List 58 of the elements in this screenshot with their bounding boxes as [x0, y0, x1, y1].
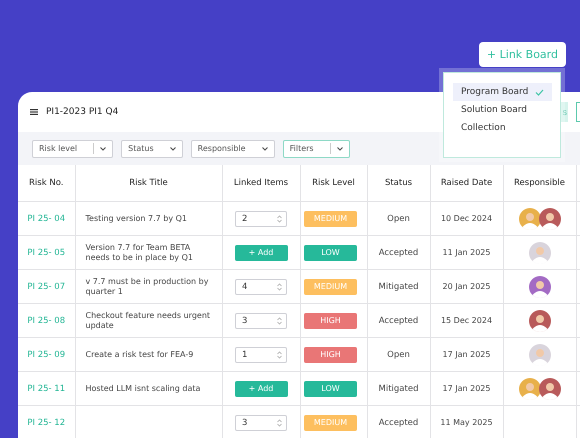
menu-item[interactable]: Solution Board	[453, 101, 552, 119]
number-input[interactable]: 3	[235, 414, 287, 430]
risk-level-tag: MEDIUM	[304, 414, 357, 430]
spinner-icon	[277, 214, 282, 222]
status-text: Accepted	[378, 316, 418, 326]
risk-level-tag: HIGH	[304, 312, 357, 328]
column-header: Risk Title	[129, 178, 168, 188]
date-text: 20 Jan 2025	[442, 282, 490, 290]
risk-level-tag: LOW	[304, 380, 357, 396]
date-text: 11 Jan 2025	[442, 248, 490, 256]
risk-level-tag: MEDIUM	[304, 210, 357, 226]
date-text: 17 Jan 2025	[442, 384, 490, 392]
chevron-icon	[170, 146, 176, 150]
number-input[interactable]: 2	[235, 210, 287, 226]
menu-item[interactable]: Program Board	[453, 83, 552, 101]
number-input[interactable]: 4	[235, 278, 287, 294]
filter-dropdown[interactable]: Status	[121, 140, 183, 158]
chevron-icon	[262, 146, 268, 150]
spinner-icon	[277, 282, 282, 290]
risk-level-tag: MEDIUM	[304, 278, 357, 294]
risk-title: Testing version 7.7 by Q1	[86, 214, 188, 223]
column-header: Risk No.	[29, 178, 64, 188]
number-input[interactable]: 3	[235, 312, 287, 328]
column-header: Status	[384, 178, 412, 188]
date-text: 17 Jan 2025	[442, 350, 490, 358]
list-icon	[30, 109, 38, 115]
risk-level-tag: LOW	[304, 244, 357, 260]
status-text: Open	[387, 214, 410, 224]
risk-title: Checkout feature needs urgent update	[86, 311, 210, 330]
number-input[interactable]: 1	[235, 346, 287, 362]
chevron-icon	[336, 146, 343, 150]
spinner-icon	[277, 316, 282, 324]
menu-item[interactable]: Collection	[453, 119, 552, 137]
status-text: Mitigated	[378, 384, 418, 394]
board-title: PI1-2023 PI1 Q4	[46, 107, 118, 117]
date-text: 15 Dec 2024	[440, 316, 492, 324]
risk-title: v 7.7 must be in production by quarter 1	[86, 277, 208, 296]
risk-level-tag: HIGH	[304, 346, 357, 362]
status-text: Open	[387, 350, 410, 360]
risk-title: Version 7.7 for Team BETA needs to be in place by Q1	[86, 243, 193, 262]
spinner-icon	[277, 350, 282, 358]
status-text: Accepted	[378, 248, 418, 258]
column-header: Risk Level	[312, 178, 355, 188]
check-icon	[535, 88, 544, 96]
filter-dropdown[interactable]: Responsible	[190, 140, 275, 158]
filter-dropdown[interactable]: Risk level	[32, 140, 114, 158]
column-header: Linked Items	[234, 178, 288, 188]
risk-title: Hosted LLM isnt scaling data	[86, 384, 200, 393]
column-header: Responsible	[514, 178, 565, 188]
filter-dropdown[interactable]: Filters	[282, 140, 350, 158]
chevron-icon	[100, 146, 106, 150]
spinner-icon	[277, 418, 282, 426]
column-header: Raised Date	[440, 178, 492, 188]
status-text: Mitigated	[378, 282, 418, 292]
status-text: Accepted	[378, 418, 418, 428]
risk-title: Create a risk test for FEA-9	[86, 350, 194, 359]
date-text: 10 Dec 2024	[440, 214, 492, 222]
date-text: 11 May 2025	[440, 418, 493, 426]
